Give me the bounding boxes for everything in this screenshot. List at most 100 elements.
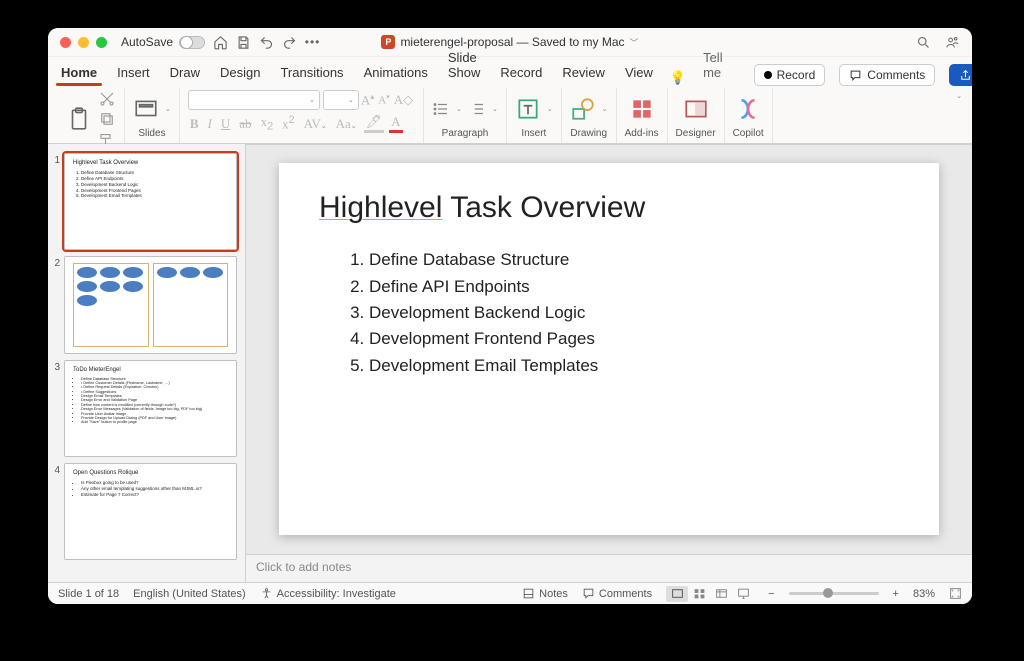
superscript-button[interactable]: x2 [280,114,297,132]
redo-icon[interactable] [282,35,297,50]
slide-thumbnail-panel[interactable]: 1 Highlevel Task Overview Define Databas… [48,144,246,582]
insert-label: Insert [521,128,546,141]
slideshow-view-button[interactable] [732,586,754,602]
list-item[interactable]: Development Email Templates [369,353,899,379]
tell-me-search[interactable]: Tell me [700,46,726,86]
close-window-button[interactable] [60,37,71,48]
change-case-icon[interactable]: Aa⌄ [334,116,359,132]
bold-button[interactable]: B [188,116,201,132]
copilot-label: Copilot [733,128,764,141]
slide-canvas-area[interactable]: Highlevel Task Overview Define Database … [246,144,972,554]
tab-record[interactable]: Record [497,61,545,86]
clipboard-group: Paste [58,88,125,143]
comments-button[interactable]: Comments [839,64,935,86]
font-name-dropdown[interactable]: ⌄ [188,90,320,110]
fit-to-window-button[interactable] [949,587,962,600]
slide-thumbnail-4[interactable]: Open Questions Rolique Is Flexbox going … [64,463,237,560]
slide-counter[interactable]: Slide 1 of 18 [58,588,119,600]
comments-toggle[interactable]: Comments [582,587,652,600]
zoom-slider[interactable] [789,592,879,595]
tab-draw[interactable]: Draw [167,61,203,86]
new-slide-icon[interactable] [133,96,159,122]
addins-icon[interactable] [629,96,655,122]
shapes-icon[interactable] [570,96,596,122]
paste-icon[interactable] [66,106,92,132]
tab-transitions[interactable]: Transitions [277,61,346,86]
accessibility-status[interactable]: Accessibility: Investigate [260,587,396,600]
list-item[interactable]: Define Database Structure [369,247,899,273]
zoom-in-button[interactable]: + [893,588,899,600]
search-icon[interactable] [916,35,931,50]
list-item[interactable]: Define API Endpoints [369,274,899,300]
numbering-icon[interactable] [468,100,486,118]
title-dropdown-icon[interactable]: ﹀ [630,36,639,49]
font-color-icon[interactable]: A [389,114,402,133]
tab-review[interactable]: Review [559,61,608,86]
tab-animations[interactable]: Animations [361,61,431,86]
clear-formatting-icon[interactable]: A◇ [392,92,415,108]
drawing-label: Drawing [570,128,607,141]
share-button[interactable]: Share⌄ [949,64,972,86]
copy-icon[interactable] [98,110,116,128]
list-item[interactable]: Development Frontend Pages [369,326,899,352]
copilot-icon[interactable] [735,96,761,122]
strikethrough-button[interactable]: ab [237,116,253,132]
slide-canvas[interactable]: Highlevel Task Overview Define Database … [279,163,939,534]
zoom-out-button[interactable]: − [768,588,774,600]
font-size-dropdown[interactable]: ⌄ [323,90,359,110]
slide-thumbnail-3[interactable]: ToDo MieterEngel Define Database Structu… [64,360,237,457]
designer-group: Designer [668,88,725,143]
copilot-group: Copilot [725,88,773,143]
designer-label: Designer [676,128,716,141]
increase-font-icon[interactable]: A▴ [359,92,376,108]
titlebar: AutoSave ••• P mieterengel-proposal — Sa… [48,28,972,56]
slide-thumbnail-1[interactable]: Highlevel Task Overview Define Database … [64,153,237,250]
minimize-window-button[interactable] [78,37,89,48]
record-button[interactable]: Record [754,64,826,86]
thumb-number: 3 [50,360,60,457]
thumb-number: 4 [50,463,60,560]
notes-toggle[interactable]: Notes [522,587,568,600]
subscript-button[interactable]: x2 [259,114,276,133]
cut-icon[interactable] [98,90,116,108]
home-icon[interactable] [213,35,228,50]
slide-title[interactable]: Highlevel Task Overview [319,191,899,225]
designer-icon[interactable] [683,96,709,122]
autosave-toggle[interactable]: AutoSave [121,35,205,49]
zoom-percent[interactable]: 83% [913,588,935,600]
autosave-switch[interactable] [179,36,205,49]
tab-home[interactable]: Home [58,61,100,86]
tab-view[interactable]: View [622,61,656,86]
account-icon[interactable] [945,35,960,50]
window-controls [60,37,107,48]
save-icon[interactable] [236,35,251,50]
slide-thumbnail-2[interactable] [64,256,237,353]
bullets-icon[interactable] [432,100,450,118]
text-box-icon[interactable] [515,96,541,122]
decrease-font-icon[interactable]: A▾ [376,93,391,107]
underline-button[interactable]: U [219,116,232,132]
chevron-down-icon[interactable]: ⌄ [165,105,171,113]
list-item[interactable]: Development Backend Logic [369,300,899,326]
slide-content-list[interactable]: Define Database Structure Define API End… [319,247,899,379]
reading-view-button[interactable] [710,586,732,602]
highlight-color-icon[interactable]: 🖊 [364,114,385,133]
addins-group: Add-ins [617,88,668,143]
notes-pane[interactable]: Click to add notes [246,554,972,582]
character-spacing-icon[interactable]: AV⌄ [302,116,329,132]
drawing-group: ⌄ Drawing [562,88,617,143]
tab-slideshow[interactable]: Slide Show [445,46,484,86]
lightbulb-icon: 💡 [670,70,686,86]
undo-icon[interactable] [259,35,274,50]
sorter-view-button[interactable] [688,586,710,602]
language-status[interactable]: English (United States) [133,588,246,600]
fullscreen-window-button[interactable] [96,37,107,48]
tab-design[interactable]: Design [217,61,263,86]
normal-view-button[interactable] [666,586,688,602]
more-icon[interactable]: ••• [305,35,320,50]
tab-insert[interactable]: Insert [114,61,153,86]
status-bar: Slide 1 of 18 English (United States) Ac… [48,582,972,604]
collapse-ribbon-icon[interactable]: ⌄ [956,92,962,100]
italic-button[interactable]: I [206,116,214,132]
slides-label: Slides [138,128,165,141]
